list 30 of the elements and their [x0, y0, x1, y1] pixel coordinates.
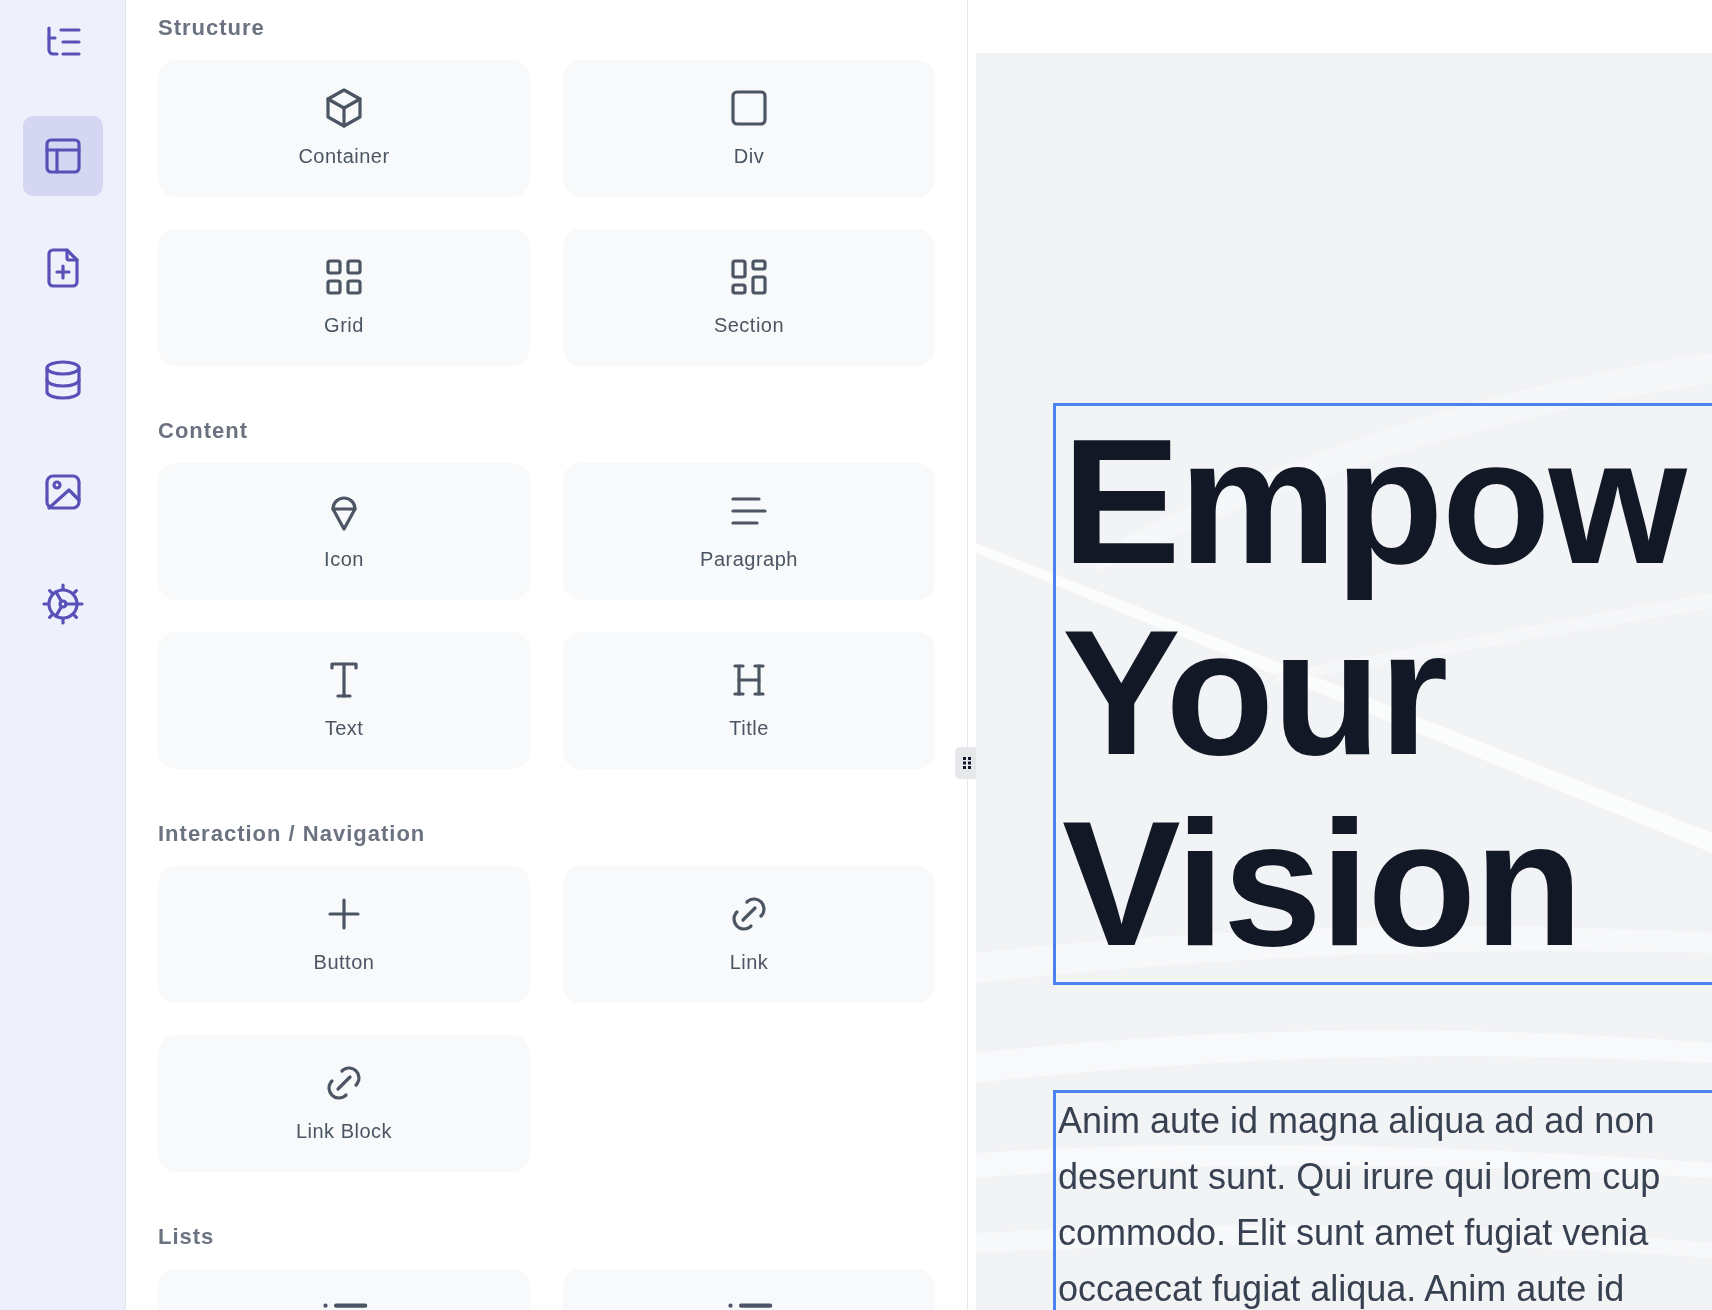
- rail-button[interactable]: [22, 116, 103, 196]
- block-label: Div: [733, 144, 765, 168]
- block-card[interactable]: Button: [158, 866, 530, 1003]
- block-label: Grid: [324, 313, 364, 337]
- hero-heading[interactable]: Empow Your Vision: [1053, 403, 1712, 985]
- section-title: Structure: [158, 14, 266, 42]
- block-card[interactable]: Grid: [158, 229, 530, 366]
- block-card[interactable]: Section: [563, 229, 935, 366]
- section-title: Interaction / Navigation: [158, 820, 427, 848]
- block-card[interactable]: Icon: [158, 463, 530, 600]
- block-label: Link: [729, 950, 769, 974]
- block-label: Title: [729, 716, 769, 740]
- block-card[interactable]: Link: [563, 866, 935, 1003]
- block-card[interactable]: Container: [158, 60, 530, 197]
- block-label: Icon: [324, 547, 364, 571]
- block-label: Paragraph: [700, 547, 798, 571]
- block-card[interactable]: Div: [563, 60, 935, 197]
- block-card[interactable]: Link Block: [158, 1035, 530, 1172]
- section-title: Lists: [158, 1223, 216, 1251]
- block-label: Section: [713, 313, 785, 337]
- block-label: Container: [298, 144, 390, 168]
- block-card[interactable]: Paragraph: [563, 463, 935, 600]
- block-label: Button: [313, 950, 375, 974]
- block-card[interactable]: Title: [563, 632, 935, 769]
- block-label: Text: [324, 716, 364, 740]
- block-card[interactable]: Text: [158, 632, 530, 769]
- hero-paragraph[interactable]: Anim aute id magna aliqua ad ad non deserunt sunt. Qui irure qui lorem cup commodo. Elit sunt amet fugiat venia occaecat fugiat aliqua. Anim aute id: [1053, 1090, 1712, 1310]
- resize-handle[interactable]: [955, 747, 979, 779]
- section-title: Content: [158, 417, 250, 445]
- block-label: Link Block: [295, 1119, 393, 1143]
